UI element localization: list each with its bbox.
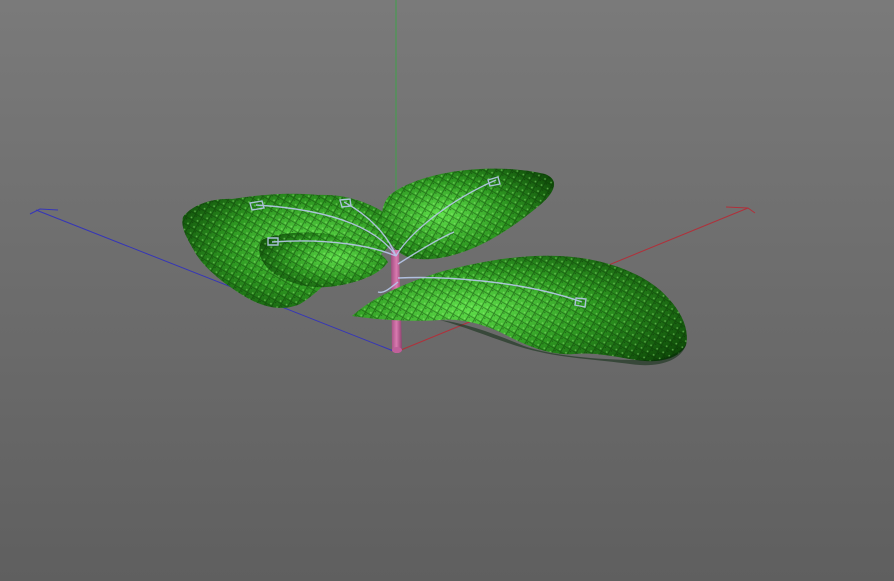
viewport-canvas[interactable] bbox=[0, 0, 894, 581]
3d-viewport[interactable] bbox=[0, 0, 894, 581]
stem-base bbox=[392, 347, 402, 353]
